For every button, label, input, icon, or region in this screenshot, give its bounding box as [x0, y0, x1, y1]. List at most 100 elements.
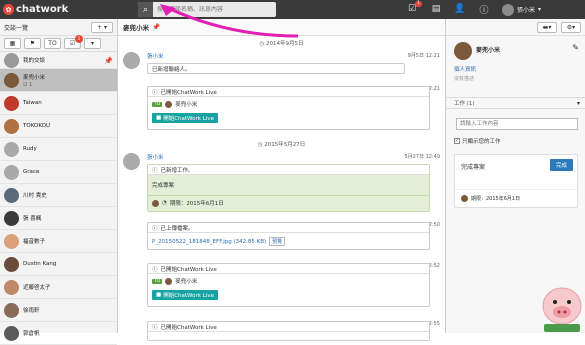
date-separator: ◷ 2014年9月5日 [259, 41, 304, 47]
show-mine-label: 只顯示您的工作 [462, 139, 501, 145]
add-room-button[interactable]: + ▾ [91, 21, 113, 33]
checkbox[interactable]: ✓ [454, 138, 460, 144]
room-avatar [4, 141, 19, 157]
contact-avatar[interactable] [454, 42, 472, 60]
message-time: 9月5日 12:21 [407, 53, 440, 59]
chatwork-logo-icon: ✿ [3, 4, 14, 15]
room-item[interactable]: 郭倉帆 [0, 322, 117, 345]
room-name: 徐雨軒 [23, 308, 40, 314]
folder-button[interactable]: ▬▾ [537, 21, 557, 33]
info-icon[interactable]: ⓘ [478, 3, 490, 16]
search-input[interactable] [153, 6, 271, 13]
start-live-button[interactable]: ■ 開始ChatWork Live [152, 290, 218, 300]
message-body: 已新增聯絡人。 [147, 63, 405, 74]
info-icon: ⓘ [152, 167, 158, 174]
chat-area: 麥兜小米 📌 ◷ 2014年9月5日 張小米 9月5日 12:21 已新增聯絡人… [118, 19, 445, 341]
edit-icon[interactable]: ✎ [572, 43, 579, 52]
room-item[interactable]: Dustin Kang [0, 253, 117, 276]
user-name: 張小米 [517, 7, 536, 14]
video-icon: ■ [156, 115, 162, 121]
room-item[interactable]: 麥兜小米 ☑ 1 [0, 69, 117, 92]
room-item[interactable]: 我的交談 📌 [0, 52, 117, 69]
message-sender[interactable]: 張小米 [147, 52, 164, 60]
preview-button[interactable]: 預覽 [269, 237, 286, 246]
room-filters: ▦ ⚑ TO ☑ 1 ▾ [0, 35, 117, 52]
user-menu[interactable]: 張小米 ▾ [502, 2, 541, 17]
room-avatar [4, 325, 19, 341]
room-avatar [4, 95, 19, 111]
task-assignee-avatar [461, 195, 468, 202]
filter-task-button[interactable]: ☑ 1 [64, 35, 83, 49]
chevron-down-icon: ▾ [576, 99, 580, 107]
room-name: 郭倉帆 [23, 331, 40, 337]
info-icon: ⓘ [152, 324, 158, 331]
avatar[interactable] [123, 153, 140, 170]
room-name: TOKOKOU [23, 123, 50, 129]
message-sender[interactable]: 張小米 [147, 153, 164, 161]
file-link[interactable]: P_20150522_181848_EFF.jpg (342.85 KB) [152, 239, 266, 245]
message-time: 5月27日 12:49 [404, 154, 440, 160]
room-list: 我的交談 📌 麥兜小米 ☑ 1 Taiwan TOKOKOU Rudy Grace 川村 貴史張… [0, 52, 117, 345]
room-item[interactable]: 張 喜楓 [0, 207, 117, 230]
room-name: Dustin Kang [23, 261, 57, 267]
task-section-title: 工作 (1) [454, 101, 475, 107]
room-name: 張 喜楓 [23, 216, 42, 222]
room-avatar [4, 164, 19, 180]
start-live-button[interactable]: ■ 開始ChatWork Live [152, 113, 218, 123]
message-text: 已新增聯絡人。 [152, 67, 191, 73]
task-avatar [152, 199, 159, 207]
room-item[interactable]: Taiwan [0, 92, 117, 115]
task-item-due: 期限：2015年6月1日 [471, 196, 521, 202]
room-avatar [4, 210, 19, 226]
complete-task-button[interactable]: 完成 [549, 159, 573, 171]
room-avatar [4, 187, 19, 203]
task-check-icon[interactable]: ☑ 1 [406, 1, 422, 15]
task-card: ⓘ 已新增工作。 完成專案 ◔ 期限：2015年6月1日 [147, 164, 430, 212]
info-icon: ⓘ [152, 266, 158, 273]
pin-icon[interactable]: 📌 [104, 57, 113, 65]
add-contact-icon[interactable]: 👤 [454, 3, 466, 15]
room-avatar [4, 279, 19, 295]
filter-dropdown-button[interactable]: ▾ [84, 38, 101, 49]
filter-unread-button[interactable]: ⚑ [24, 38, 41, 49]
file-icon[interactable]: ▤ [430, 3, 442, 15]
room-sidebar: 交談一覽 + ▾ ▦ ⚑ TO ☑ 1 ▾ 我的交談 📌 麥兜小米 ☑ 1 Taiwan TO… [0, 19, 118, 345]
settings-button[interactable]: ⚙▾ [561, 21, 581, 33]
filter-mention-button[interactable]: TO [44, 38, 61, 49]
room-name: 福音數子 [23, 239, 46, 245]
task-section-header[interactable]: 工作 (1) ▾ [446, 97, 585, 109]
room-name: 川村 貴史 [23, 193, 47, 199]
room-item[interactable]: 川村 貴史 [0, 184, 117, 207]
profile-link[interactable]: 個人資訊 [454, 65, 476, 73]
avatar[interactable] [123, 52, 140, 69]
date-separator: ◷ 2015年5月27日 [257, 142, 306, 148]
show-mine-toggle[interactable]: ✓ 只顯示您的工作 [454, 137, 501, 145]
room-item[interactable]: Grace [0, 161, 117, 184]
filter-task-badge: 1 [75, 35, 83, 43]
task-input[interactable] [456, 118, 578, 130]
info-icon: ⓘ [152, 89, 158, 96]
filter-all-button[interactable]: ▦ [4, 38, 21, 49]
room-task-count: ☑ 1 [23, 81, 33, 88]
search-box[interactable]: ⌕ [138, 2, 276, 17]
room-item[interactable]: TOKOKOU [0, 115, 117, 138]
to-tag: TO [152, 278, 163, 284]
room-item[interactable]: 徐雨軒 [0, 299, 117, 322]
sidebar-header: 交談一覽 + ▾ [0, 19, 117, 36]
room-avatar [4, 233, 19, 249]
pin-icon[interactable]: 📌 [152, 23, 160, 31]
live-card: ⓘ 已開始ChatWork Live TO 麥兜小米 ■ 開始ChatWork Liv… [147, 86, 430, 130]
app-name: chatwork [16, 4, 69, 15]
info-icon: ⓘ [152, 225, 158, 232]
search-icon[interactable]: ⌕ [138, 2, 153, 17]
room-item[interactable]: Rudy [0, 138, 117, 161]
task-item: 完成專案 完成 期限：2015年6月1日 [454, 154, 578, 208]
room-item[interactable]: 福音數子 [0, 230, 117, 253]
room-item[interactable]: 近藤啓太子 [0, 276, 117, 299]
task-status-icon: ◔ [162, 200, 167, 206]
contact-name: 麥兜小米 [476, 47, 501, 54]
user-avatar [502, 3, 514, 16]
live-card-title: 已開始ChatWork Live [160, 89, 217, 96]
sidebar-title: 交談一覽 [4, 24, 29, 32]
chatwork-logo[interactable]: ✿ chatwork [3, 3, 68, 16]
